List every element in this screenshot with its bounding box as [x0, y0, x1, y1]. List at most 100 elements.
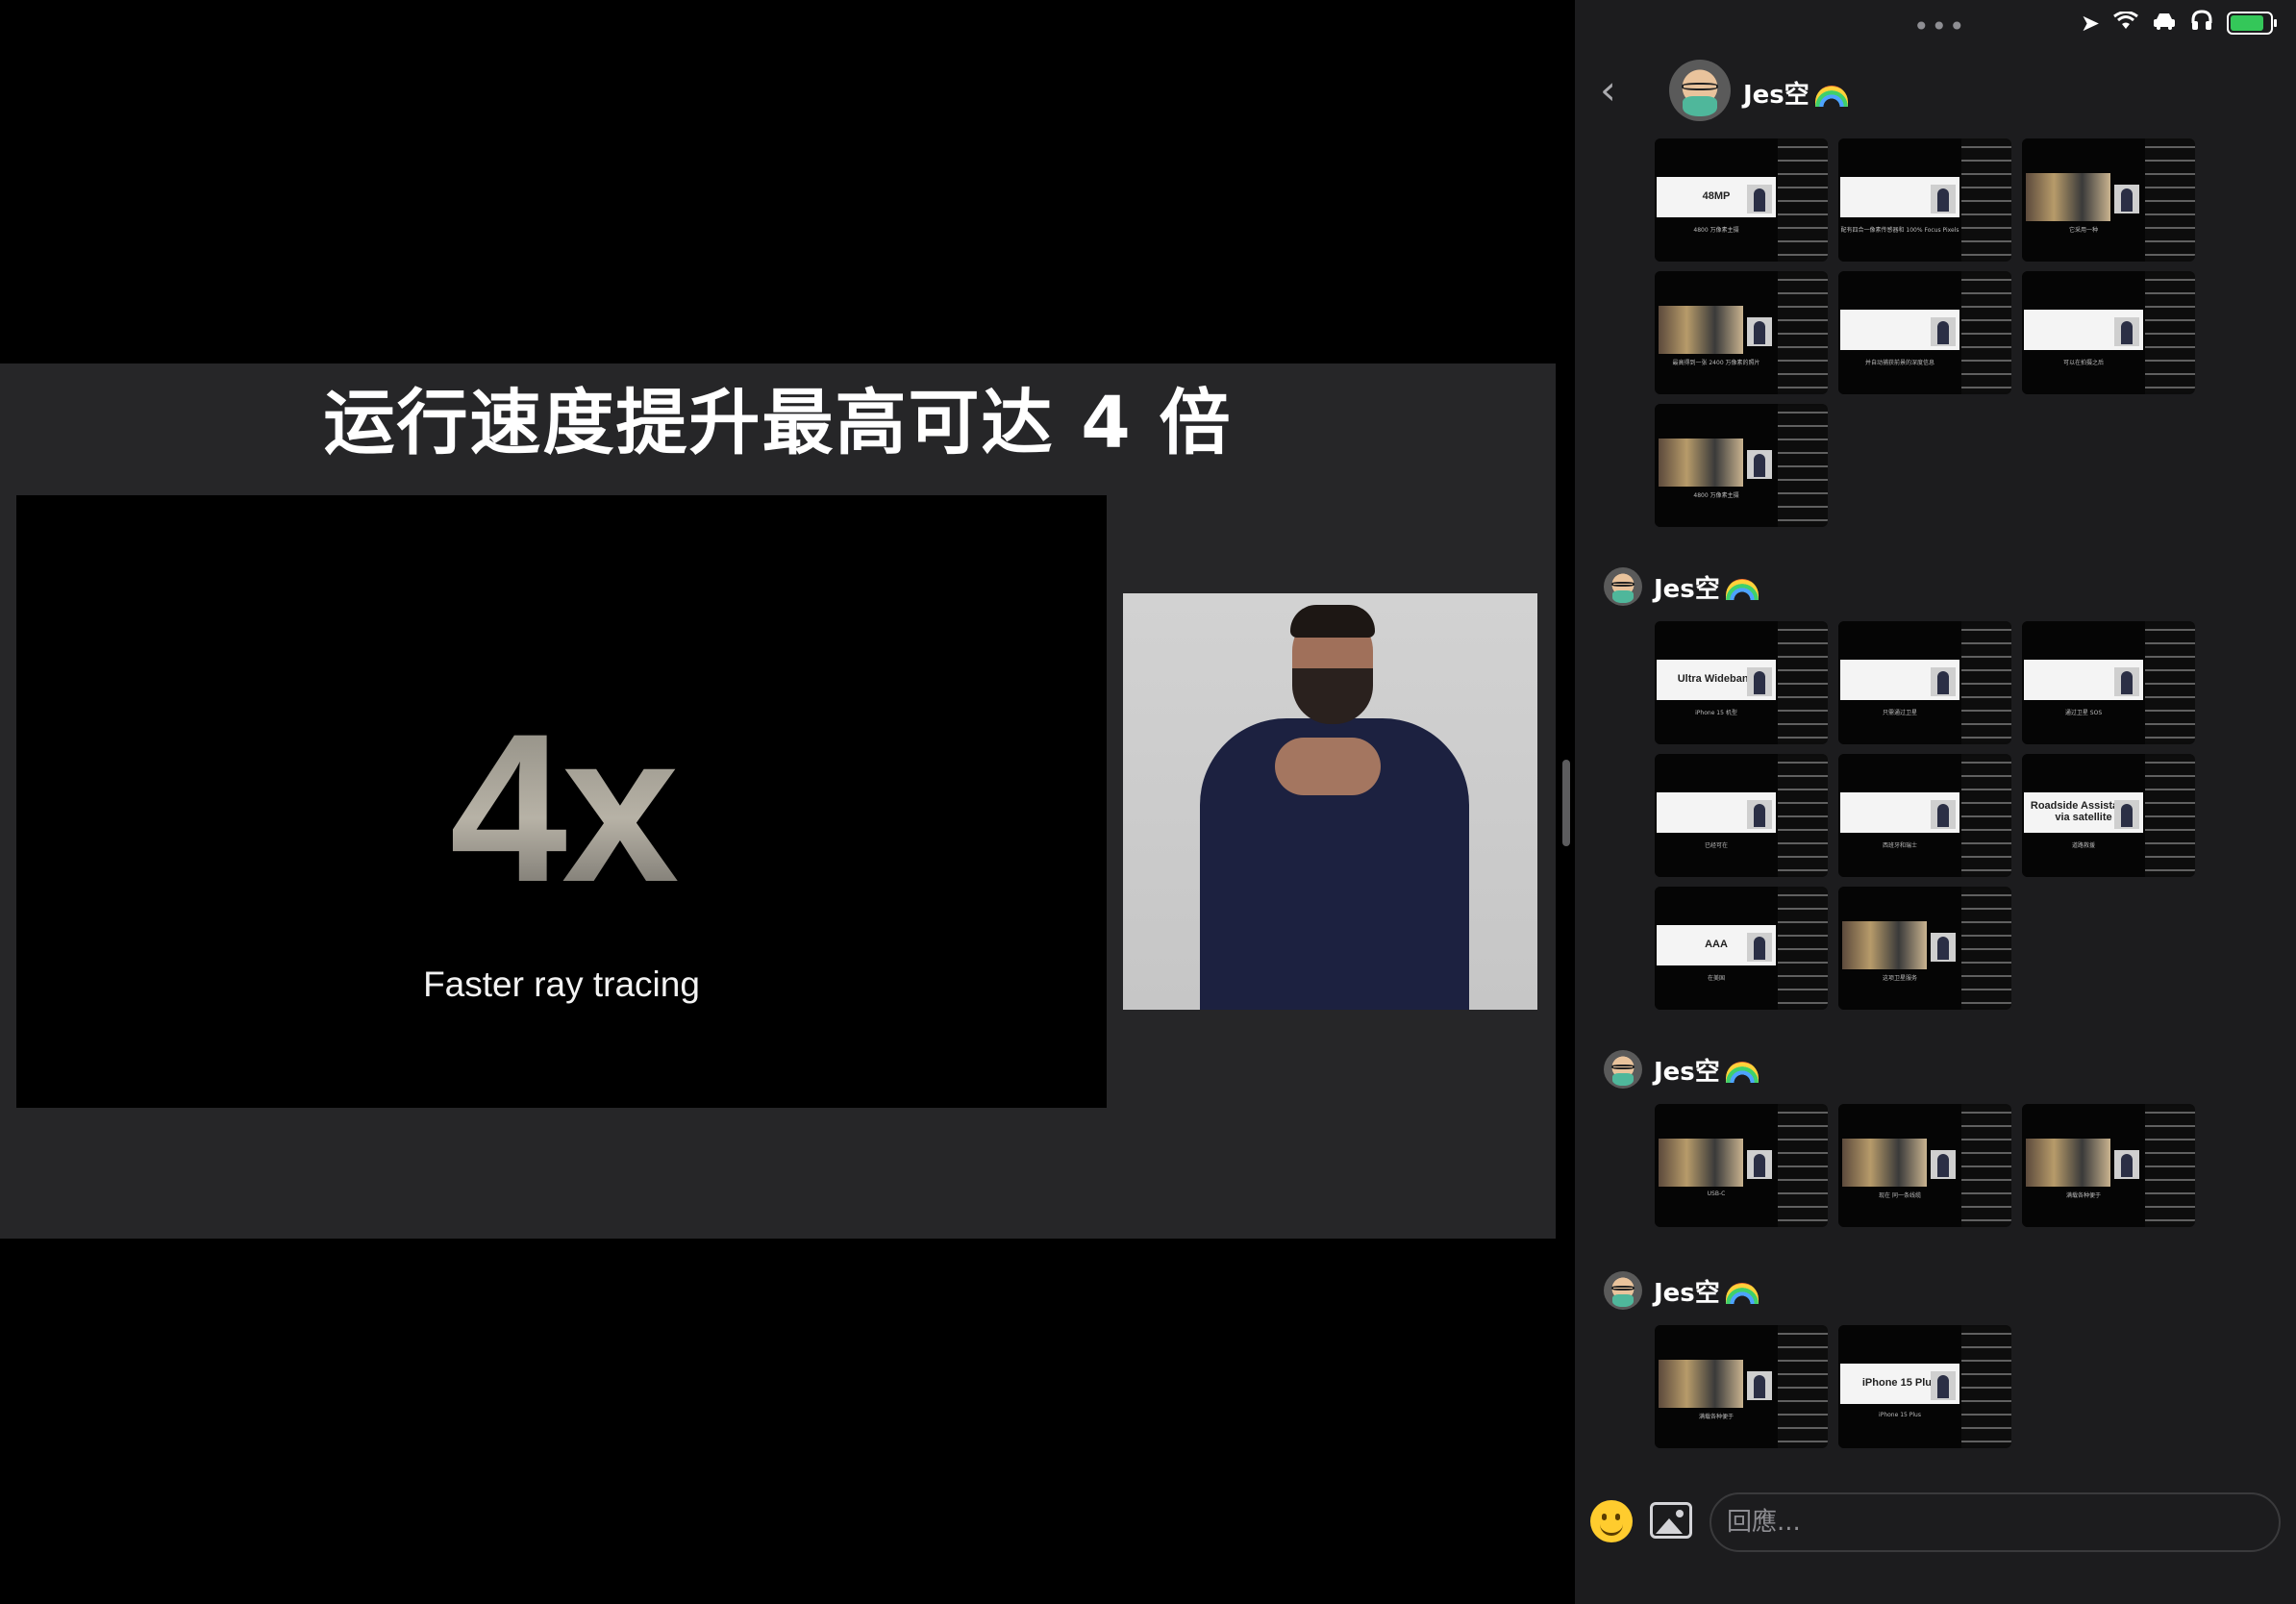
- sender-row: Jes空: [1604, 567, 1759, 606]
- image-thumbnail[interactable]: 最高得到一张 2400 万像素的照片: [1655, 271, 1828, 394]
- thumbnail-interpreter: [1747, 450, 1772, 479]
- image-thumbnail[interactable]: 这项卫星服务: [1838, 887, 2011, 1010]
- thumbnail-interpreter: [2114, 1150, 2139, 1179]
- thumbnail-caption: 4800 万像素主摄: [1693, 492, 1739, 499]
- thumbnail-interpreter: [1931, 1150, 1956, 1179]
- thumbnail-photo: [2026, 173, 2110, 221]
- image-thumbnail[interactable]: 并自动捕获前景的深度信息: [1838, 271, 2011, 394]
- thumbnail-interpreter: [1931, 933, 1956, 962]
- battery-charging-icon: [2227, 12, 2277, 35]
- status-icons: ➤: [2080, 10, 2277, 37]
- image-thumbnail[interactable]: 48MP 4800 万像素主摄: [1655, 138, 1828, 262]
- thumbnail-chat-sidebar: [1961, 140, 2011, 260]
- thumbnail-caption: 满载各种便于: [1698, 1414, 1734, 1420]
- thumbnail-caption: 它采用一种: [2068, 227, 2098, 234]
- slide-caption: Faster ray tracing: [423, 965, 700, 1004]
- thumbnail-caption: 并自动捕获前景的深度信息: [1864, 360, 1934, 366]
- thumbnail-caption: USB-C: [1707, 1190, 1726, 1197]
- image-thumbnail[interactable]: Ultra Wideband iPhone 15 机型: [1655, 621, 1828, 744]
- thumbnail-caption: 已经可在: [1704, 842, 1728, 849]
- image-thumbnail[interactable]: 满载各种便于: [1655, 1325, 1828, 1448]
- sender-name: Jes空: [1654, 1052, 1759, 1088]
- emoji-icon[interactable]: [1590, 1500, 1633, 1542]
- thumbnail-chat-sidebar: [1778, 1106, 1828, 1225]
- thumbnail-caption: 4800 万像素主摄: [1693, 227, 1739, 234]
- image-thumbnail[interactable]: iPhone 15 Plus iPhone 15 Plus: [1838, 1325, 2011, 1448]
- image-grid: 48MP 4800 万像素主摄 配有四合一像素传感器和 100% Focus Pix…: [1655, 138, 2195, 527]
- thumbnail-interpreter: [1931, 667, 1956, 696]
- thumbnail-caption: iPhone 15 机型: [1695, 710, 1737, 716]
- thumbnail-caption: 最高得到一张 2400 万像素的照片: [1672, 360, 1760, 366]
- thumbnail-photo: [2026, 1139, 2110, 1187]
- thumbnail-photo: [1659, 1360, 1743, 1408]
- sender-avatar[interactable]: [1604, 567, 1642, 606]
- sender-avatar[interactable]: [1604, 1050, 1642, 1089]
- thumbnail-chat-sidebar: [1778, 1327, 1828, 1446]
- thumbnail-photo: [1842, 1139, 1927, 1187]
- thumbnail-chat-sidebar: [1778, 140, 1828, 260]
- image-thumbnail[interactable]: AAA 在美国: [1655, 887, 1828, 1010]
- thumbnail-interpreter: [1747, 317, 1772, 346]
- thumbnail-chat-sidebar: [1778, 273, 1828, 392]
- thumbnail-caption: 满载各种便于: [2065, 1192, 2101, 1199]
- contact-avatar[interactable]: [1669, 60, 1731, 121]
- thumbnail-caption: 这项卫星服务: [1882, 975, 1917, 982]
- video-headline: 运行速度提升最高可达 4 倍: [323, 382, 1233, 464]
- chat-header: ‹ Jes空: [1575, 54, 2296, 127]
- sender-row: Jes空: [1604, 1271, 1759, 1310]
- image-thumbnail[interactable]: 满载各种便于: [2022, 1104, 2195, 1227]
- thumbnail-photo: [1659, 306, 1743, 354]
- image-thumbnail[interactable]: 现在 同一条线缆: [1838, 1104, 2011, 1227]
- split-view-divider-handle[interactable]: [1562, 760, 1570, 846]
- image-thumbnail[interactable]: USB-C: [1655, 1104, 1828, 1227]
- image-grid: Ultra Wideband iPhone 15 机型只需通过卫星 通过卫星 SOS…: [1655, 621, 2195, 1010]
- image-thumbnail[interactable]: 已经可在: [1655, 754, 1828, 877]
- image-thumbnail[interactable]: 西班牙和瑞士: [1838, 754, 2011, 877]
- thumbnail-interpreter: [1747, 185, 1772, 213]
- thumbnail-chat-sidebar: [2145, 756, 2195, 875]
- message-composer: [1575, 1491, 2296, 1558]
- image-thumbnail[interactable]: 可以在拍摄之后: [2022, 271, 2195, 394]
- image-thumbnail[interactable]: 只需通过卫星: [1838, 621, 2011, 744]
- thumbnail-chat-sidebar: [1778, 406, 1828, 525]
- interpreter-beard: [1292, 668, 1373, 724]
- thumbnail-chat-sidebar: [1961, 889, 2011, 1008]
- wifi-icon: [2113, 10, 2138, 37]
- image-thumbnail[interactable]: 4800 万像素主摄: [1655, 404, 1828, 527]
- rainbow-icon: [1725, 1062, 1759, 1083]
- thumbnail-interpreter: [2114, 185, 2139, 213]
- thumbnail-chat-sidebar: [1778, 756, 1828, 875]
- thumbnail-interpreter: [1747, 667, 1772, 696]
- sender-avatar[interactable]: [1604, 1271, 1642, 1310]
- photo-icon[interactable]: [1650, 1502, 1692, 1539]
- thumbnail-chat-sidebar: [1778, 889, 1828, 1008]
- multitasking-menu-icon[interactable]: •••: [1913, 13, 1967, 40]
- thumbnail-interpreter: [1747, 933, 1772, 962]
- back-chevron-icon[interactable]: ‹: [1600, 70, 1638, 111]
- rainbow-icon: [1725, 579, 1759, 600]
- thumbnail-caption: 现在 同一条线缆: [1879, 1192, 1921, 1199]
- reply-input[interactable]: [1710, 1492, 2281, 1552]
- thumbnail-caption: iPhone 15 Plus: [1879, 1412, 1921, 1418]
- thumbnail-chat-sidebar: [2145, 140, 2195, 260]
- image-thumbnail[interactable]: 配有四合一像素传感器和 100% Focus Pixels: [1838, 138, 2011, 262]
- thumbnail-chat-sidebar: [2145, 1106, 2195, 1225]
- thumbnail-photo: [1659, 439, 1743, 487]
- rainbow-icon: [1814, 85, 1848, 107]
- thumbnail-caption: 西班牙和瑞士: [1882, 842, 1917, 849]
- location-icon: ➤: [2080, 10, 2100, 37]
- contact-name-header[interactable]: Jes空: [1743, 75, 1848, 111]
- video-player[interactable]: 运行速度提升最高可达 4 倍 4x Faster ray tracing: [0, 0, 1556, 1604]
- thumbnail-interpreter: [1747, 800, 1772, 829]
- image-thumbnail[interactable]: 通过卫星 SOS: [2022, 621, 2195, 744]
- image-thumbnail[interactable]: Roadside Assistance via satellite 道路救援: [2022, 754, 2195, 877]
- thumbnail-caption: 只需通过卫星: [1882, 710, 1917, 716]
- image-thumbnail[interactable]: 它采用一种: [2022, 138, 2195, 262]
- thumbnail-caption: 在美国: [1707, 975, 1725, 982]
- thumbnail-caption: 通过卫星 SOS: [2064, 710, 2103, 716]
- car-icon: [2152, 10, 2177, 37]
- interpreter-hair: [1290, 605, 1375, 638]
- thumbnail-chat-sidebar: [1961, 1327, 2011, 1446]
- interpreter-hands: [1275, 738, 1381, 795]
- thumbnail-photo: [1659, 1139, 1743, 1187]
